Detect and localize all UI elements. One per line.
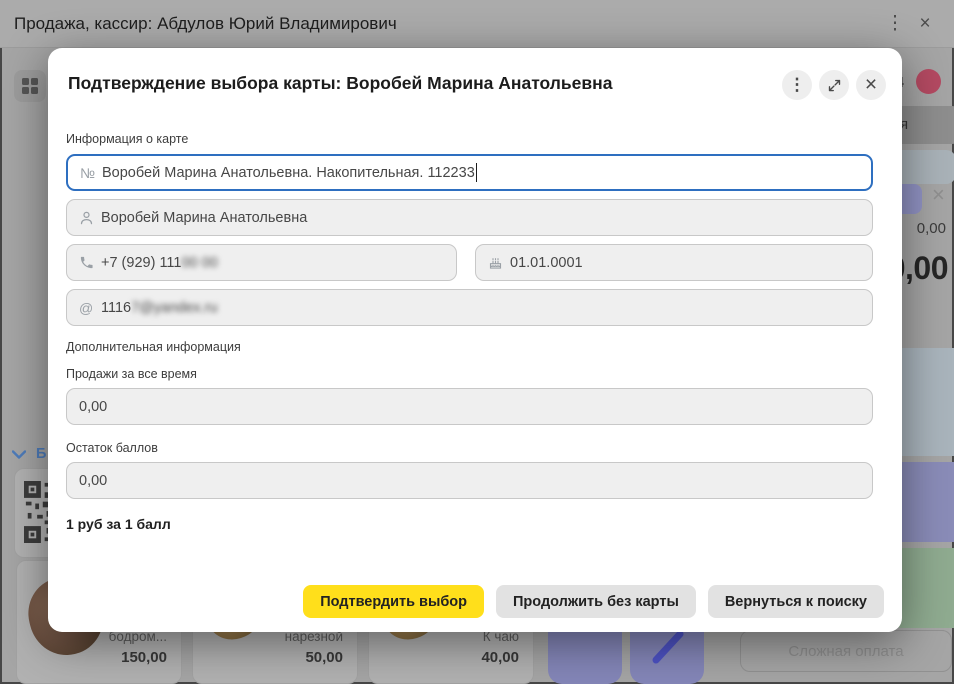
email-value-blurred: 7@yandex.ru <box>131 300 217 316</box>
email-icon: @ <box>79 300 101 316</box>
card-info-section-label: Информация о карте <box>66 132 873 146</box>
app-screen: Продажа, кассир: Абдулов Юрий Владимиров… <box>0 0 954 684</box>
continue-without-card-button[interactable]: Продолжить без карты <box>496 585 696 618</box>
points-value: 0,00 <box>79 473 107 489</box>
card-confirmation-modal: Подтверждение выбора карты: Воробей Мари… <box>48 48 902 632</box>
points-value-field: 0,00 <box>66 462 873 499</box>
remove-item-icon[interactable]: × <box>932 182 945 208</box>
category-label: Б <box>36 446 46 462</box>
phone-field: +7 (929) 11100 00 <box>66 244 457 281</box>
phone-icon <box>79 255 101 270</box>
product-price: 50,00 <box>305 649 343 666</box>
phone-value-blurred: 00 00 <box>181 255 217 271</box>
sales-value-field: 0,00 <box>66 388 873 425</box>
points-rate-note: 1 руб за 1 балл <box>66 516 873 532</box>
modal-body: Информация о карте № Воробей Марина Анат… <box>48 132 902 532</box>
email-field: @ 11167@yandex.ru <box>66 289 873 326</box>
product-price: 40,00 <box>481 649 519 666</box>
modal-header: Подтверждение выбора карты: Воробей Мари… <box>48 48 902 100</box>
apps-grid-button[interactable] <box>14 70 46 102</box>
points-label: Остаток баллов <box>66 441 873 455</box>
birthdate-value: 01.01.0001 <box>510 255 583 271</box>
category-toggle[interactable]: Б <box>12 446 46 462</box>
window-close-icon[interactable]: × <box>910 13 940 35</box>
client-name-field: Воробей Марина Анатольевна <box>66 199 873 236</box>
card-input[interactable]: № Воробей Марина Анатольевна. Накопитель… <box>66 154 873 191</box>
notification-badge <box>916 69 941 94</box>
email-value: 1116 <box>101 300 131 316</box>
birthday-icon <box>488 255 510 271</box>
sales-value: 0,00 <box>79 399 107 415</box>
window-menu-icon[interactable]: ⋮ <box>880 12 910 35</box>
chevron-down-icon <box>12 450 26 459</box>
modal-title: Подтверждение выбора карты: Воробей Мари… <box>68 70 782 94</box>
back-to-search-button[interactable]: Вернуться к поиску <box>708 585 884 618</box>
phone-value: +7 (929) 111 <box>101 255 181 271</box>
expand-icon[interactable] <box>819 70 849 100</box>
window-titlebar: Продажа, кассир: Абдулов Юрий Владимиров… <box>0 0 954 48</box>
modal-buttons: Подтвердить выбор Продолжить без карты В… <box>303 585 884 618</box>
card-number-icon: № <box>80 165 102 181</box>
person-icon <box>79 210 101 226</box>
card-input-value: Воробей Марина Анатольевна. Накопительна… <box>102 165 475 181</box>
product-price: 150,00 <box>121 649 167 666</box>
birthdate-field: 01.01.0001 <box>475 244 873 281</box>
modal-close-icon[interactable]: × <box>856 70 886 100</box>
sales-label: Продажи за все время <box>66 367 873 381</box>
modal-menu-icon[interactable]: ⋮ <box>782 70 812 100</box>
client-name-value: Воробей Марина Анатольевна <box>101 210 307 226</box>
complex-payment-label: Сложная оплата <box>788 643 903 660</box>
window-title: Продажа, кассир: Абдулов Юрий Владимиров… <box>14 14 880 34</box>
text-caret <box>476 163 478 182</box>
confirm-selection-button[interactable]: Подтвердить выбор <box>303 585 484 618</box>
additional-info-section-label: Дополнительная информация <box>66 340 873 354</box>
complex-payment-button[interactable]: Сложная оплата <box>740 630 952 672</box>
grid-icon <box>22 78 38 94</box>
cart-line-amount: 0,00 <box>917 220 946 237</box>
